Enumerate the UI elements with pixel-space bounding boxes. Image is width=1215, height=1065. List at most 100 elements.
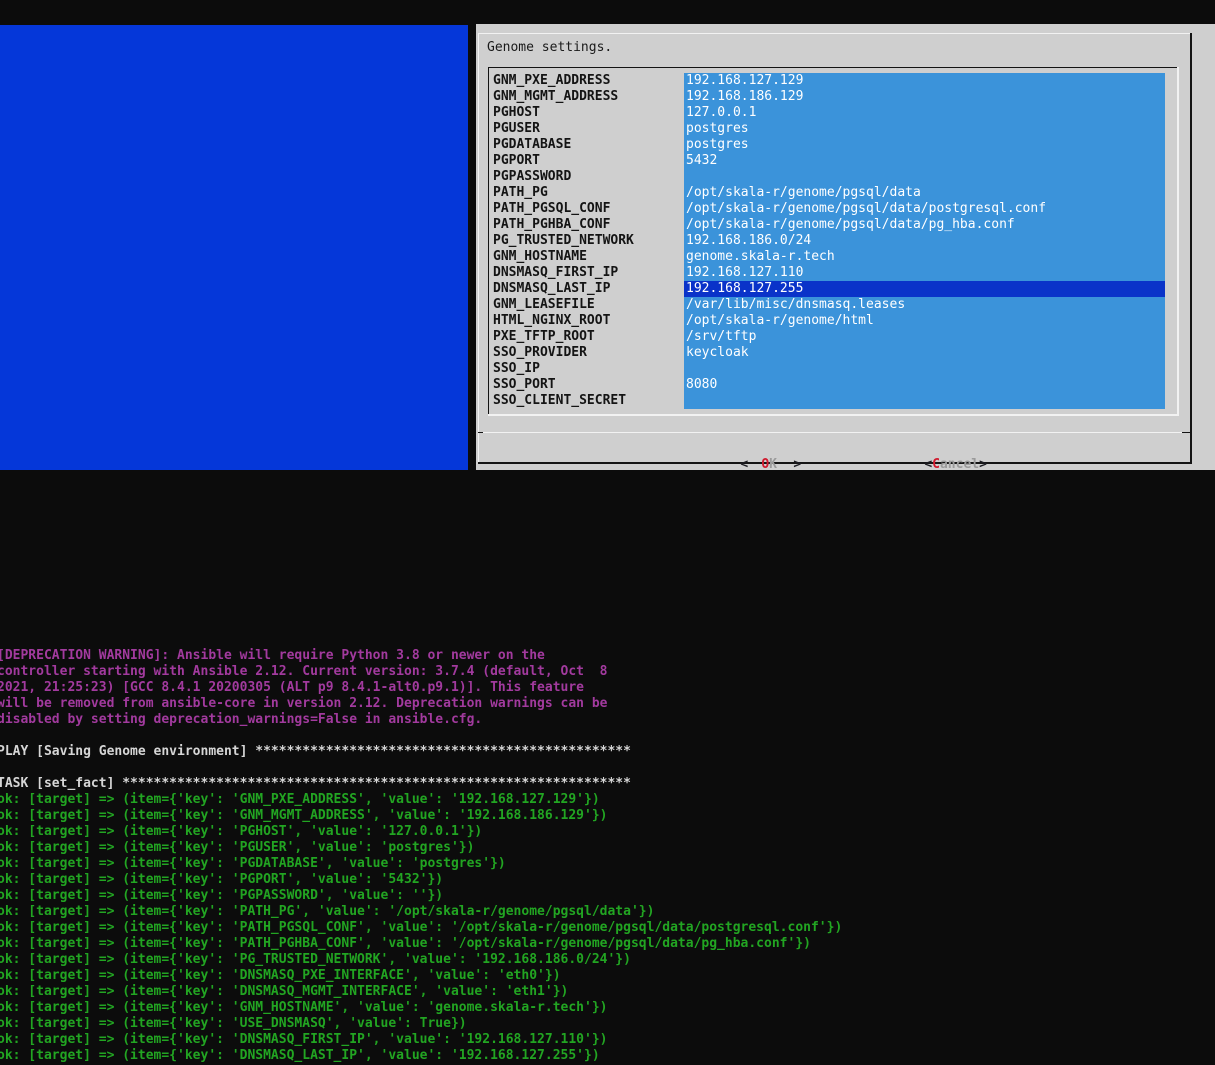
settings-field-row: DNSMASQ_LAST_IP 192.168.127.255 [489,281,1177,297]
settings-field-row: GNM_PXE_ADDRESS 192.168.127.129 [489,73,1177,89]
settings-field-row: PATH_PGSQL_CONF /opt/skala-r/genome/pgsq… [489,201,1177,217]
terminal-line: ok: [target] => (item={'key': 'PGHOST', … [0,824,842,840]
field-value-input[interactable] [684,361,1165,377]
terminal-line: ok: [target] => (item={'key': 'PG_TRUSTE… [0,952,842,968]
cancel-hotkey: C [932,457,940,472]
terminal-line: [DEPRECATION WARNING]: Ansible will requ… [0,648,607,664]
field-label: GNM_LEASEFILE [493,297,595,313]
terminal-line: ok: [target] => (item={'key': 'DNSMASQ_P… [0,968,842,984]
settings-field-row: GNM_MGMT_ADDRESS 192.168.186.129 [489,89,1177,105]
field-label: PGPORT [493,153,540,169]
field-label: PATH_PGHBA_CONF [493,217,610,233]
formbox-border-right [1177,67,1179,416]
ok-bracket-right: > [793,457,801,472]
field-value-input[interactable]: 192.168.127.255 [684,281,1165,297]
cancel-bracket-right: > [979,457,987,472]
settings-field-row: GNM_LEASEFILE /var/lib/misc/dnsmasq.leas… [489,297,1177,313]
field-value-input[interactable]: /opt/skala-r/genome/pgsql/data/pg_hba.co… [684,217,1165,233]
dialog-title: Genome settings. [487,40,612,56]
field-value-input[interactable]: 127.0.0.1 [684,105,1165,121]
field-label: DNSMASQ_FIRST_IP [493,265,618,281]
field-label: PXE_TFTP_ROOT [493,329,595,345]
field-value-input[interactable]: genome.skala-r.tech [684,249,1165,265]
formbox-border-bottom [488,414,1179,416]
field-label: GNM_PXE_ADDRESS [493,73,610,89]
field-label: SSO_CLIENT_SECRET [493,393,626,409]
field-label: GNM_MGMT_ADDRESS [493,89,618,105]
field-label: PGPASSWORD [493,169,571,185]
cancel-button[interactable]: <Cancel> [893,441,987,457]
settings-field-row: SSO_IP [489,361,1177,377]
cancel-bracket-left: < [924,457,932,472]
dialog-border-right [1190,33,1192,464]
field-value-input[interactable]: /opt/skala-r/genome/pgsql/data/postgresq… [684,201,1165,217]
task-line: TASK [set_fact] ************************… [0,776,631,792]
field-value-input[interactable] [684,393,1165,409]
play-line: PLAY [Saving Genome environment] *******… [0,744,631,760]
field-label: PGUSER [493,121,540,137]
terminal-line: ok: [target] => (item={'key': 'GNM_MGMT_… [0,808,842,824]
field-label: HTML_NGINX_ROOT [493,313,610,329]
field-value-input[interactable]: 192.168.186.0/24 [684,233,1165,249]
terminal-line: ok: [target] => (item={'key': 'PATH_PGHB… [0,936,842,952]
settings-form: GNM_PXE_ADDRESS 192.168.127.129 GNM_MGMT… [489,73,1177,409]
terminal-line: will be removed from ansible-core in ver… [0,696,607,712]
field-value-input[interactable]: /var/lib/misc/dnsmasq.leases [684,297,1165,313]
settings-field-row: PGHOST 127.0.0.1 [489,105,1177,121]
terminal-line: 2021, 21:25:23) [GCC 8.4.1 20200305 (ALT… [0,680,607,696]
settings-field-row: DNSMASQ_FIRST_IP 192.168.127.110 [489,265,1177,281]
formbox-border-top [488,67,1178,68]
genome-settings-dialog: Genome settings. GNM_PXE_ADDRESS 192.168… [476,24,1215,470]
terminal-line: disabled by setting deprecation_warnings… [0,712,607,728]
field-value-input[interactable]: postgres [684,137,1165,153]
settings-field-row: PGPASSWORD [489,169,1177,185]
terminal-line: ok: [target] => (item={'key': 'PATH_PG',… [0,904,842,920]
field-value-input[interactable]: /opt/skala-r/genome/pgsql/data [684,185,1165,201]
field-value-input[interactable] [684,169,1165,185]
field-value-input[interactable]: /opt/skala-r/genome/html [684,313,1165,329]
settings-field-row: SSO_PROVIDER keycloak [489,345,1177,361]
settings-field-row: SSO_CLIENT_SECRET [489,393,1177,409]
field-value-input[interactable]: postgres [684,121,1165,137]
deprecation-warning-block: [DEPRECATION WARNING]: Ansible will requ… [0,648,607,728]
terminal-line: ok: [target] => (item={'key': 'GNM_HOSTN… [0,1000,842,1016]
field-label: PGDATABASE [493,137,571,153]
field-label: PGHOST [493,105,540,121]
terminal-line: ok: [target] => (item={'key': 'DNSMASQ_F… [0,1032,842,1048]
settings-field-row: GNM_HOSTNAME genome.skala-r.tech [489,249,1177,265]
terminal-line: ok: [target] => (item={'key': 'DNSMASQ_M… [0,984,842,1000]
dialog-border-left [478,33,479,463]
settings-field-row: PATH_PG /opt/skala-r/genome/pgsql/data [489,185,1177,201]
field-label: GNM_HOSTNAME [493,249,587,265]
field-label: SSO_PROVIDER [493,345,587,361]
cancel-label-rest: ancel [940,457,979,472]
settings-field-row: PXE_TFTP_ROOT /srv/tftp [489,329,1177,345]
settings-field-row: HTML_NGINX_ROOT /opt/skala-r/genome/html [489,313,1177,329]
ok-bracket-right-wrap[interactable]: > [762,441,801,457]
terminal-line: ok: [target] => (item={'key': 'PGUSER', … [0,840,842,856]
terminal-line: ok: [target] => (item={'key': 'PATH_PGSQ… [0,920,842,936]
settings-field-row: PATH_PGHBA_CONF /opt/skala-r/genome/pgsq… [489,217,1177,233]
field-label: PG_TRUSTED_NETWORK [493,233,634,249]
field-value-input[interactable]: 192.168.127.110 [684,265,1165,281]
terminal-line: ok: [target] => (item={'key': 'USE_DNSMA… [0,1016,842,1032]
settings-field-row: PGPORT 5432 [489,153,1177,169]
field-value-input[interactable]: keycloak [684,345,1165,361]
terminal-line: controller starting with Ansible 2.12. C… [0,664,607,680]
field-label: PATH_PG [493,185,548,201]
field-label: PATH_PGSQL_CONF [493,201,610,217]
field-value-input[interactable]: 8080 [684,377,1165,393]
dialog-border-bottom [478,462,1192,464]
terminal-line: ok: [target] => (item={'key': 'GNM_PXE_A… [0,792,842,808]
field-value-input[interactable]: 192.168.186.129 [684,89,1165,105]
terminal-line: ok: [target] => (item={'key': 'PGPASSWOR… [0,888,842,904]
tui-screen-background [0,25,468,470]
terminal-line: ok: [target] => (item={'key': 'PGDATABAS… [0,856,842,872]
dialog-border-top [478,33,1191,34]
field-label: SSO_PORT [493,377,556,393]
field-value-input[interactable]: 5432 [684,153,1165,169]
field-value-input[interactable]: /srv/tftp [684,329,1165,345]
terminal-line: ok: [target] => (item={'key': 'DNSMASQ_L… [0,1048,842,1064]
field-value-input[interactable]: 192.168.127.129 [684,73,1165,89]
button-separator [478,432,1190,433]
